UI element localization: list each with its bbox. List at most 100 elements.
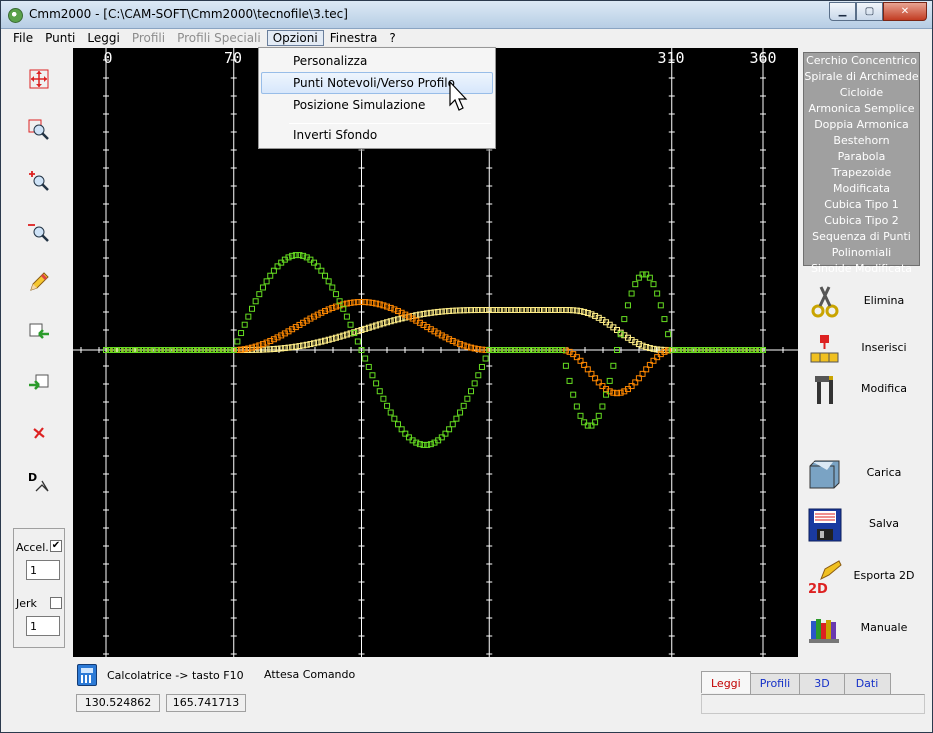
curve-point xyxy=(632,281,639,288)
curve-point xyxy=(395,308,401,315)
menu-finestra[interactable]: Finestra xyxy=(324,30,384,46)
elimina-button[interactable]: Elimina xyxy=(805,280,923,324)
curve-point xyxy=(270,336,277,343)
curve-point xyxy=(453,307,460,314)
menu-file[interactable]: File xyxy=(7,30,39,46)
zoom-window-button[interactable] xyxy=(26,117,52,143)
tab-profili[interactable]: Profili xyxy=(749,673,801,695)
tick-label-0: 0 xyxy=(103,49,112,67)
options-panel: Accel. ✔ Jerk xyxy=(13,528,65,648)
menu-opzioni[interactable]: Opzioni xyxy=(266,30,324,46)
curve-point xyxy=(643,271,650,278)
law-item[interactable]: Sinoide Modificata xyxy=(804,261,919,277)
zoom-window-icon xyxy=(28,119,49,140)
curve-point xyxy=(475,307,482,314)
curve-point xyxy=(263,339,270,346)
curve-point xyxy=(449,337,456,344)
elimina-label: Elimina xyxy=(863,294,905,307)
curve-point xyxy=(249,305,255,312)
law-item[interactable]: Cerchio Concentrico xyxy=(804,53,919,69)
import-button[interactable] xyxy=(26,319,52,345)
curve-point xyxy=(519,307,526,313)
jerk-checkbox[interactable] xyxy=(50,597,62,609)
law-item[interactable]: Parabola xyxy=(804,149,919,165)
tab-3d[interactable]: 3D xyxy=(799,673,845,695)
inserisci-button[interactable]: Inserisci xyxy=(805,327,923,371)
curve-point xyxy=(322,308,328,315)
law-item[interactable]: Cubica Tipo 2 xyxy=(804,213,919,229)
curve-point xyxy=(325,278,332,285)
axis-ticks xyxy=(80,59,784,655)
command-status: Attesa Comando xyxy=(264,668,356,681)
minimize-button[interactable]: ▁ xyxy=(829,2,856,21)
salva-button[interactable]: Salva xyxy=(805,503,923,547)
curve-point xyxy=(354,338,361,345)
tools-icon xyxy=(815,376,833,404)
curve-point xyxy=(654,290,661,297)
draw-button[interactable] xyxy=(26,269,52,295)
law-item[interactable]: Bestehorn xyxy=(804,133,919,149)
menu-help[interactable]: ? xyxy=(383,30,401,46)
move-tool-button[interactable] xyxy=(26,66,52,92)
zoom-in-button[interactable] xyxy=(26,168,52,194)
accel-checkbox[interactable]: ✔ xyxy=(50,540,62,552)
law-item[interactable]: Armonica Semplice xyxy=(804,101,919,117)
law-item[interactable]: Cubica Tipo 1 xyxy=(804,197,919,213)
law-item[interactable]: Sequenza di Punti xyxy=(804,229,919,245)
law-item[interactable]: Doppia Armonica xyxy=(804,117,919,133)
dimension-button[interactable]: D xyxy=(26,469,52,495)
manuale-button[interactable]: Manuale xyxy=(805,607,923,651)
jerk-input[interactable] xyxy=(26,616,60,636)
tick-label-360: 360 xyxy=(749,49,776,67)
export-button[interactable] xyxy=(26,370,52,396)
import-icon xyxy=(29,323,49,339)
law-item[interactable]: Trapezoide Modificata xyxy=(804,165,919,197)
curve-point xyxy=(515,307,522,313)
close-button[interactable]: ✕ xyxy=(883,2,927,21)
curve-point xyxy=(369,372,376,379)
law-item[interactable]: Polinomiali xyxy=(804,245,919,261)
tab-leggi[interactable]: Leggi xyxy=(701,671,751,693)
pencil-icon xyxy=(30,272,49,291)
esporta-2d-button[interactable]: 2D Esporta 2D xyxy=(805,555,923,599)
tick-label-70: 70 xyxy=(224,49,242,67)
coord-x-readout: 130.524862 xyxy=(76,694,160,712)
title-bar[interactable]: Cmm2000 - [C:\CAM-SOFT\Cmm2000\tecnofile… xyxy=(1,1,932,29)
law-item[interactable]: Cicloide xyxy=(804,85,919,101)
curve-point xyxy=(573,403,580,410)
curve-point xyxy=(391,306,398,313)
curve-point xyxy=(274,334,281,341)
law-item[interactable]: Spirale di Archimede xyxy=(804,69,919,85)
curve-point xyxy=(570,391,577,398)
curve-point xyxy=(322,272,328,279)
curve-point xyxy=(577,412,584,419)
curve-point xyxy=(384,402,391,409)
menu-profili-speciali[interactable]: Profili Speciali xyxy=(171,30,267,46)
menu-punti[interactable]: Punti xyxy=(39,30,81,46)
curve-point xyxy=(650,281,657,288)
menu-leggi[interactable]: Leggi xyxy=(81,30,125,46)
curve-point xyxy=(234,338,241,345)
curve-point xyxy=(559,307,566,313)
coord-y-readout: 165.741713 xyxy=(166,694,246,712)
curve-point xyxy=(380,395,387,402)
menu-item-inverti-sfondo[interactable]: Inverti Sfondo xyxy=(261,124,493,146)
curve-point xyxy=(566,307,573,314)
curve-point xyxy=(522,307,529,313)
menu-item-personalizza[interactable]: Personalizza xyxy=(261,50,493,72)
maximize-button[interactable]: ▢ xyxy=(856,2,883,21)
curve-point xyxy=(453,339,460,346)
salva-label: Salva xyxy=(868,517,900,530)
zoom-out-button[interactable] xyxy=(26,219,52,245)
modifica-button[interactable]: Modifica xyxy=(805,368,923,412)
curve-point xyxy=(624,302,631,309)
menu-profili[interactable]: Profili xyxy=(126,30,171,46)
curve-point xyxy=(497,307,504,313)
accel-input[interactable] xyxy=(26,560,60,580)
curve-point xyxy=(599,383,606,390)
manuale-label: Manuale xyxy=(860,621,908,634)
tab-dati[interactable]: Dati xyxy=(843,673,892,695)
carica-button[interactable]: Carica xyxy=(805,452,923,496)
delete-point-button[interactable] xyxy=(26,420,52,446)
calculator-icon[interactable] xyxy=(77,664,97,686)
